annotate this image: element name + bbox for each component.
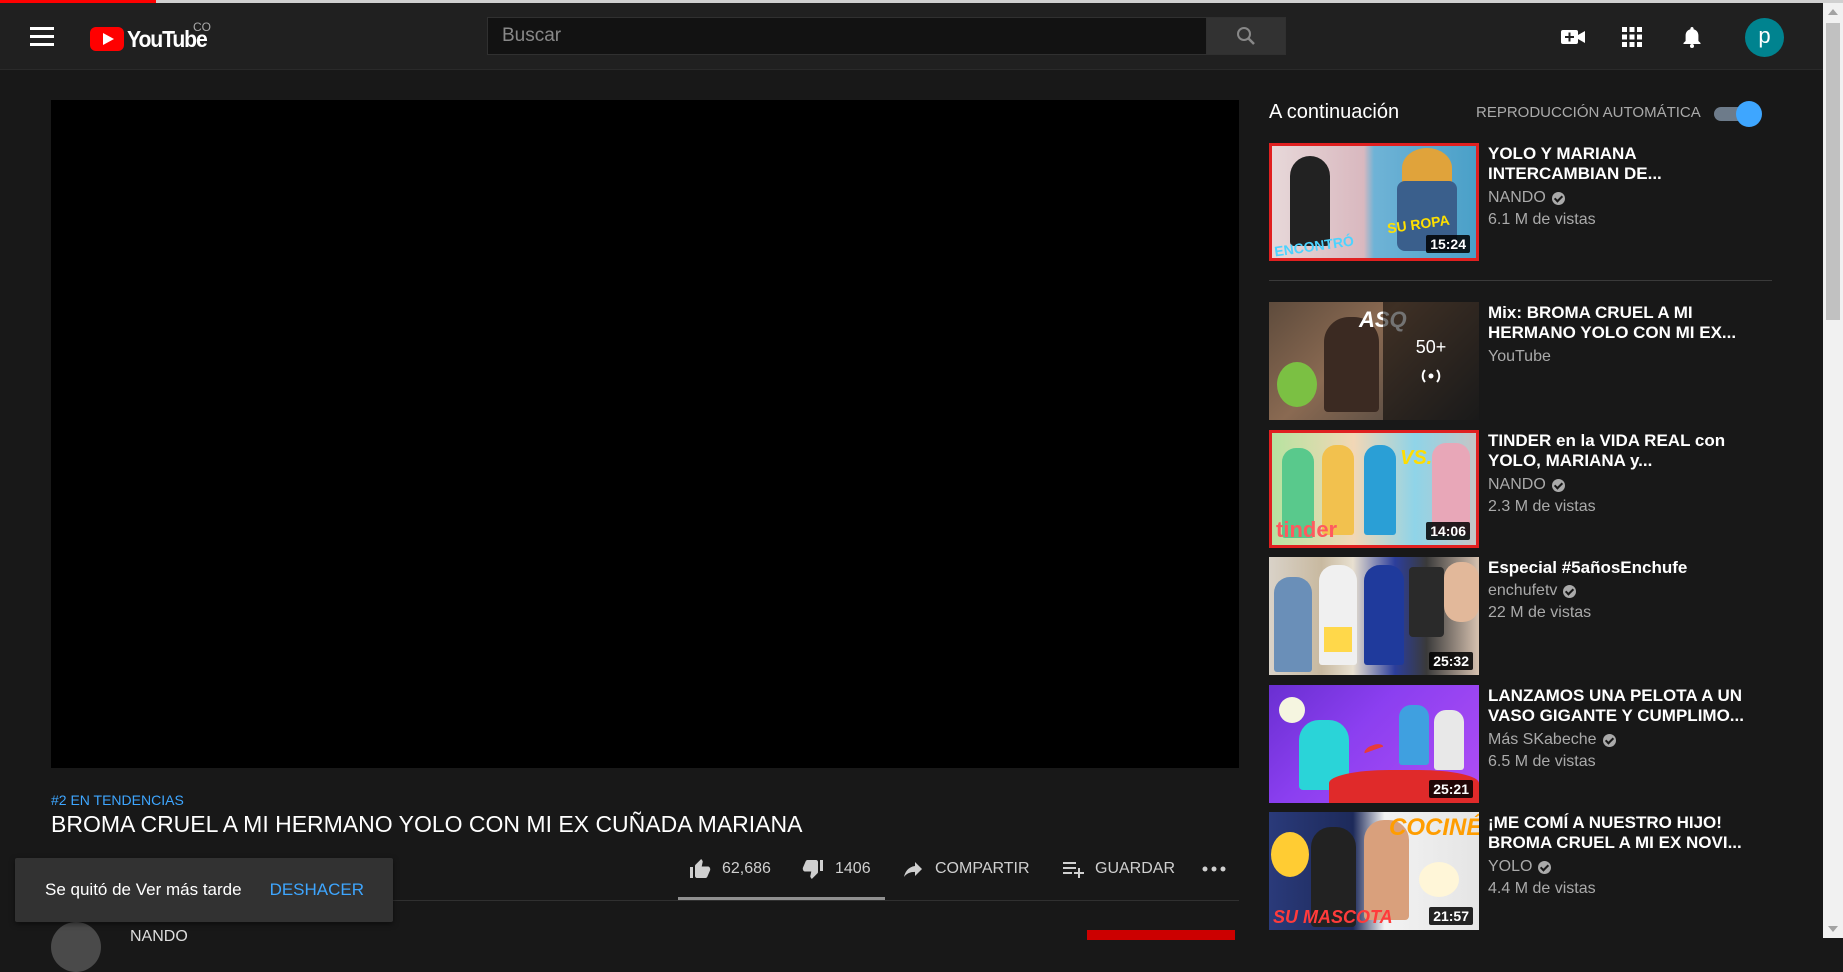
video-thumbnail[interactable]: 25:21 xyxy=(1269,685,1479,803)
video-thumbnail[interactable]: ASQ 50+ xyxy=(1269,302,1479,420)
scroll-up-arrow-icon[interactable] xyxy=(1828,9,1838,15)
scroll-down-arrow-icon[interactable] xyxy=(1828,926,1838,932)
video-views: 6.5 M de vistas xyxy=(1488,753,1596,770)
search-button[interactable] xyxy=(1206,17,1286,55)
video-duration: 25:32 xyxy=(1429,652,1473,670)
youtube-logo[interactable]: YouTube CO xyxy=(90,20,214,54)
mix-broadcast-icon xyxy=(1421,368,1441,383)
video-thumbnail[interactable]: ENCONTRÓ SU ROPA 15:24 xyxy=(1269,143,1479,261)
more-actions-button[interactable] xyxy=(1201,852,1227,886)
create-video-icon[interactable] xyxy=(1560,25,1586,49)
video-duration: 14:06 xyxy=(1426,522,1470,540)
video-title-link[interactable]: YOLO Y MARIANA INTERCAMBIAN DE... xyxy=(1488,144,1753,184)
trending-badge[interactable]: #2 EN TENDENCIAS xyxy=(51,792,184,808)
mix-count: 50+ xyxy=(1415,336,1447,357)
channel-name: Más SKabeche xyxy=(1488,731,1597,748)
like-count: 62,686 xyxy=(722,860,771,877)
up-next-video-card[interactable]: 25:32 Especial #5añosEnchufe enchufetv 2… xyxy=(1269,557,1789,675)
video-title-link[interactable]: Especial #5añosEnchufe xyxy=(1488,558,1753,578)
up-next-divider xyxy=(1269,280,1772,281)
like-button[interactable]: 62,686 xyxy=(688,852,771,886)
video-title-link[interactable]: Mix: BROMA CRUEL A MI HERMANO YOLO CON M… xyxy=(1488,303,1753,343)
share-arrow-icon xyxy=(904,862,922,877)
save-button[interactable]: GUARDAR xyxy=(1061,852,1175,886)
up-next-video-card[interactable]: COCINÉ SU MASCOTA 21:57 ¡ME COMÍ A NUEST… xyxy=(1269,812,1789,930)
video-title-link[interactable]: TINDER en la VIDA REAL con YOLO, MARIANA… xyxy=(1488,431,1753,471)
up-next-video-card[interactable]: VS. tinder 14:06 TINDER en la VIDA REAL … xyxy=(1269,430,1789,548)
verified-check-icon xyxy=(1551,478,1565,492)
video-duration: 25:21 xyxy=(1429,780,1473,798)
channel-name: YOLO xyxy=(1488,858,1533,875)
video-title: BROMA CRUEL A MI HERMANO YOLO CON MI EX … xyxy=(51,811,803,837)
video-views: 22 M de vistas xyxy=(1488,604,1592,621)
country-code: CO xyxy=(193,20,211,34)
toast-message: Se quitó de Ver más tarde xyxy=(45,880,242,899)
video-thumbnail[interactable]: COCINÉ SU MASCOTA 21:57 xyxy=(1269,812,1479,930)
verified-check-icon xyxy=(1563,584,1577,598)
search-input[interactable] xyxy=(500,24,1206,48)
channel-name: NANDO xyxy=(1488,189,1546,206)
video-channel[interactable]: enchufetv xyxy=(1488,582,1577,600)
channel-avatar[interactable] xyxy=(51,922,101,972)
more-horizontal-icon xyxy=(1202,866,1226,872)
mix-overlay: 50+ xyxy=(1383,302,1479,420)
up-next-video-card[interactable]: 25:21 LANZAMOS UNA PELOTA A UN VASO GIGA… xyxy=(1269,685,1789,803)
up-next-video-card[interactable]: ENCONTRÓ SU ROPA 15:24 YOLO Y MARIANA IN… xyxy=(1269,143,1789,261)
dislike-count: 1406 xyxy=(835,860,871,877)
dislike-button[interactable]: 1406 xyxy=(801,852,871,886)
video-channel[interactable]: Más SKabeche xyxy=(1488,731,1616,749)
hamburger-menu-icon[interactable] xyxy=(30,27,62,49)
playlist-add-icon xyxy=(1063,862,1084,878)
search-box xyxy=(487,17,1206,55)
video-title-link[interactable]: ¡ME COMÍ A NUESTRO HIJO! BROMA CRUEL A M… xyxy=(1488,813,1753,853)
snackbar-toast: Se quitó de Ver más tarde DESHACER xyxy=(15,858,393,922)
autoplay-label: REPRODUCCIÓN AUTOMÁTICA xyxy=(1476,104,1701,121)
thumbs-up-icon xyxy=(690,859,711,878)
scrollbar-thumb[interactable] xyxy=(1826,23,1840,320)
save-label: GUARDAR xyxy=(1095,860,1176,877)
thumbs-down-icon xyxy=(802,860,823,879)
verified-check-icon xyxy=(1602,733,1616,747)
up-next-video-card[interactable]: ASQ 50+ Mix: BROMA CRUEL A MI HERMANO YO… xyxy=(1269,302,1789,420)
apps-grid-icon[interactable] xyxy=(1619,25,1645,49)
undo-button[interactable]: DESHACER xyxy=(270,880,364,900)
video-title-link[interactable]: LANZAMOS UNA PELOTA A UN VASO GIGANTE Y … xyxy=(1488,686,1753,726)
verified-check-icon xyxy=(1551,191,1565,205)
video-player[interactable] xyxy=(51,100,1239,768)
channel-name: NANDO xyxy=(1488,476,1546,493)
subscribe-button[interactable] xyxy=(1087,930,1235,940)
autoplay-toggle[interactable] xyxy=(1714,101,1762,127)
share-label: COMPARTIR xyxy=(935,860,1030,877)
notifications-bell-icon[interactable] xyxy=(1679,25,1705,49)
page-scrollbar[interactable] xyxy=(1823,3,1843,938)
verified-check-icon xyxy=(1538,860,1552,874)
channel-name[interactable]: NANDO xyxy=(130,928,188,946)
share-button[interactable]: COMPARTIR xyxy=(901,852,1030,886)
channel-name: enchufetv xyxy=(1488,582,1558,599)
up-next-heading: A continuación xyxy=(1269,101,1400,123)
video-channel[interactable]: NANDO xyxy=(1488,189,1565,207)
video-duration: 21:57 xyxy=(1429,907,1473,925)
video-views: 6.1 M de vistas xyxy=(1488,211,1596,228)
video-thumbnail[interactable]: 25:32 xyxy=(1269,557,1479,675)
youtube-play-icon xyxy=(90,27,124,51)
video-views: 4.4 M de vistas xyxy=(1488,880,1596,897)
video-views: 2.3 M de vistas xyxy=(1488,498,1596,515)
video-channel[interactable]: NANDO xyxy=(1488,476,1565,494)
channel-name: YouTube xyxy=(1488,348,1551,365)
top-header: YouTube CO p xyxy=(0,3,1823,70)
video-channel[interactable]: YouTube xyxy=(1488,348,1551,366)
search-icon xyxy=(1237,27,1255,45)
video-channel[interactable]: YOLO xyxy=(1488,858,1552,876)
user-avatar[interactable]: p xyxy=(1745,18,1784,57)
video-thumbnail[interactable]: VS. tinder 14:06 xyxy=(1269,430,1479,548)
video-duration: 15:24 xyxy=(1426,235,1470,253)
